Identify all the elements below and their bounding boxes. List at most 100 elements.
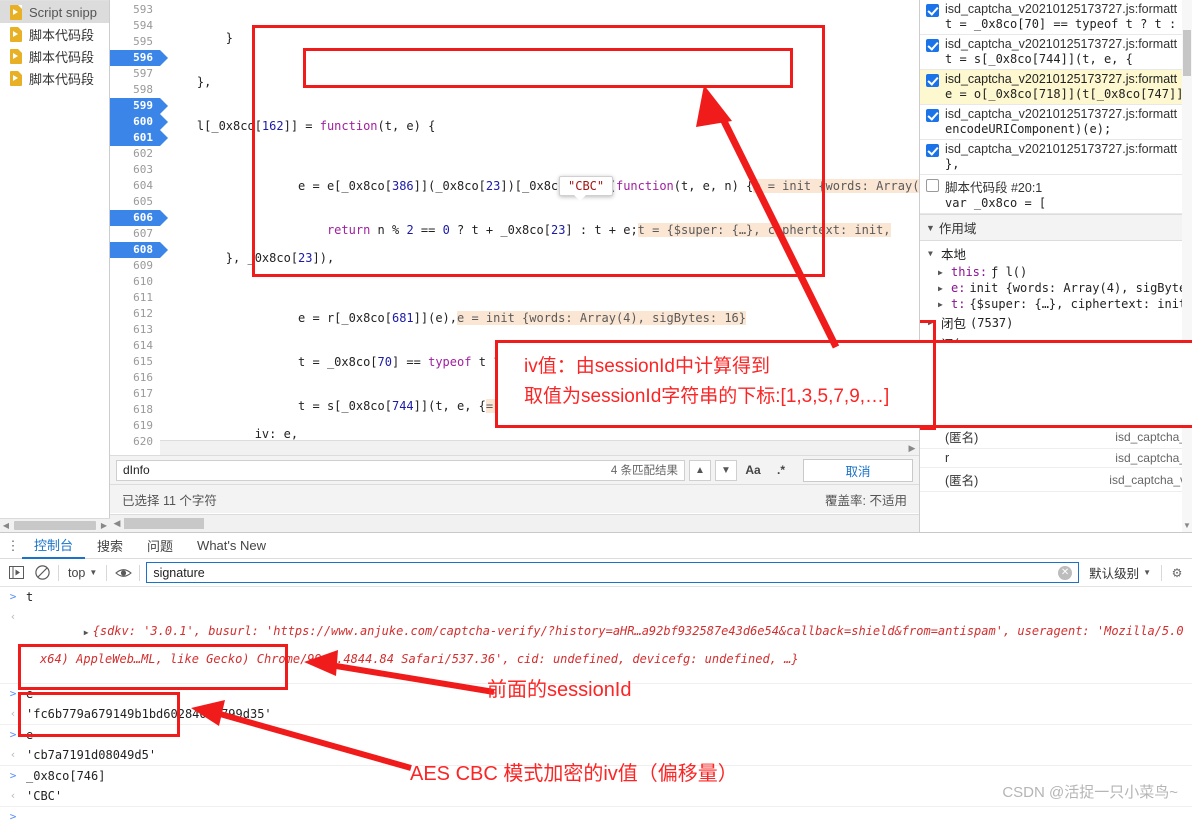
gear-icon[interactable]: ⚙ [1168,566,1186,580]
line-number[interactable]: 595 [110,34,160,50]
chevron-right-icon[interactable]: ▶ [928,360,937,369]
chevron-right-icon[interactable]: ▶ [938,300,947,309]
find-prev-button[interactable]: ▲ [689,459,711,481]
code-line-601[interactable]: t = s[_0x8co[744]](t, e, {= init {words:… [160,382,919,413]
console-toolbar[interactable]: top ▼ signature ✕ 默认级别 ▼ ⚙ [0,559,1192,587]
code-line[interactable]: }, _0x8co[23]), [160,250,919,266]
line-number[interactable]: 597 [110,66,160,82]
callstack-section-header[interactable]: ▼ 调用堆栈 [920,379,1192,406]
line-number[interactable]: 602 [110,146,160,162]
scope-local-group[interactable]: ▼ 本地 [920,241,1192,264]
editor-find-bar[interactable]: dInfo 4 条匹配结果 ▲ ▼ Aa .* 取消 [110,455,919,484]
line-number-breakpoint[interactable]: 608 [110,242,168,258]
breakpoint-checkbox[interactable] [926,4,939,17]
line-number[interactable]: 607 [110,226,160,242]
line-number-breakpoint[interactable]: 600 [110,114,168,130]
line-number-breakpoint[interactable]: 596 [110,50,168,66]
scrollbar-thumb[interactable] [1183,30,1191,76]
line-number-breakpoint[interactable]: 601 [110,130,168,146]
line-number[interactable]: 611 [110,290,160,306]
breakpoint-item[interactable]: isd_captcha_v20210125173727.js:formatt }… [920,140,1192,175]
console-filter-input[interactable]: signature ✕ [146,562,1080,583]
code-line-596[interactable]: e = e[_0x8co[386]](_0x8co[23])[_0x8co[74… [160,162,919,193]
execute-step-icon[interactable] [6,563,26,583]
line-number[interactable]: 605 [110,194,160,210]
breakpoint-checkbox[interactable] [926,109,939,122]
clear-console-icon[interactable] [32,563,52,583]
match-case-button[interactable]: Aa [741,460,765,481]
scope-section-header[interactable]: ▼ 作用域 [920,214,1192,241]
find-input[interactable]: dInfo 4 条匹配结果 [116,459,685,481]
scope-variable-e[interactable]: ▶ e: init {words: Array(4), sigBytes [920,280,1192,296]
breakpoint-checkbox[interactable] [926,179,939,192]
callstack-row[interactable]: (匿名) isd_captcha_v [920,468,1192,492]
line-number[interactable]: 593 [110,2,160,18]
code-line-600[interactable]: t = _0x8co[70] == typeof t ? t : JSON[_0… [160,338,919,369]
code-line[interactable]: l[_0x8co[162]] = function(t, e) { [160,118,919,134]
find-cancel-button[interactable]: 取消 [803,458,913,482]
breakpoint-item[interactable]: isd_captcha_v20210125173727.js:formatt t… [920,35,1192,70]
code-line[interactable]: } [160,30,919,46]
line-number[interactable]: 613 [110,322,160,338]
scroll-right-icon[interactable]: ▶ [98,521,110,530]
live-expression-eye-icon[interactable] [113,563,133,583]
console-output-entry[interactable]: ‹ 'cb7a7191d08049d5' [0,745,1192,766]
tab-whats-new[interactable]: What's New [185,533,278,559]
log-level-select[interactable]: 默认级别 ▼ [1085,563,1155,582]
find-next-button[interactable]: ▼ [715,459,737,481]
breakpoint-item[interactable]: isd_captcha_v20210125173727.js:formatt t… [920,0,1192,35]
breakpoint-item[interactable]: 脚本代码段 #20:1 var _0x8co = [ [920,175,1192,214]
line-number[interactable]: 598 [110,82,160,98]
chevron-right-icon[interactable]: ▶ [928,339,937,348]
console-input-entry[interactable]: > e [0,725,1192,745]
scrollbar-thumb[interactable] [14,521,96,530]
scope-closure-1[interactable]: ▶ 闭包 (7537) [920,312,1192,333]
navigator-item-3[interactable]: 脚本代码段 [0,67,109,89]
scroll-left-icon[interactable]: ◀ [110,518,124,529]
line-number[interactable]: 614 [110,338,160,354]
line-number[interactable]: 619 [110,418,160,434]
code-line-597[interactable]: return n % 2 == 0 ? t + _0x8co[23] : t +… [160,206,919,237]
scope-variable-t[interactable]: ▶ t: {$super: {…}, ciphertext: init, [920,296,1192,312]
console-tab-bar[interactable]: ⋮ 控制台 搜索 问题 What's New [0,533,1192,559]
chevron-down-icon[interactable]: ▼ [928,249,937,258]
line-number[interactable]: 610 [110,274,160,290]
scroll-left-icon[interactable]: ◀ [0,521,12,530]
line-number[interactable]: 616 [110,370,160,386]
line-number-breakpoint[interactable]: 599 [110,98,168,114]
line-number-current[interactable]: 606 [110,210,168,226]
breakpoint-item-active[interactable]: isd_captcha_v20210125173727.js:formatt e… [920,70,1192,105]
line-number[interactable]: 594 [110,18,160,34]
line-number[interactable]: 604 [110,178,160,194]
chevron-right-icon[interactable]: ▶ [938,284,947,293]
console-output-entry[interactable]: ‹ 'fc6b779a679149b1bd602840f4799d35' [0,704,1192,725]
tab-issues[interactable]: 问题 [135,533,185,559]
navigator-item-0[interactable]: Script snipp [0,1,109,23]
expand-triangle-icon[interactable]: ▶ [84,628,89,637]
callstack-row[interactable]: (匿名) isd_captcha_ [920,425,1192,449]
tab-console[interactable]: 控制台 [22,533,86,559]
console-output-entry[interactable]: ‹ ▶ {sdkv: '3.0.1', busurl: 'https://www.… [0,607,1192,684]
clear-icon[interactable]: ✕ [1058,565,1073,580]
scroll-down-icon[interactable]: ▼ [1183,521,1191,530]
source-code-area[interactable]: } }, l[_0x8co[162]] = function(t, e) { e… [160,0,919,455]
line-number[interactable]: 609 [110,258,160,274]
line-number[interactable]: 612 [110,306,160,322]
chevron-right-icon[interactable]: ▶ [938,268,947,277]
scope-global[interactable]: ▶ 全局 [920,354,1192,375]
console-prompt[interactable]: > [0,807,1192,826]
navigator-horizontal-scrollbar[interactable]: ◀ ▶ [0,518,110,532]
navigator-item-2[interactable]: 脚本代码段 [0,45,109,67]
chevron-right-icon[interactable]: ▶ [928,318,937,327]
line-number[interactable]: 617 [110,386,160,402]
line-number[interactable]: 603 [110,162,160,178]
scope-closure-2[interactable]: ▶ 闭包 [920,333,1192,354]
scroll-right-icon[interactable]: ▶ [905,443,919,454]
breakpoint-item[interactable]: isd_captcha_v20210125173727.js:formatt e… [920,105,1192,140]
scope-variable-this[interactable]: ▶ this: ƒ l() [920,264,1192,280]
breakpoint-checkbox[interactable] [926,39,939,52]
callstack-row[interactable]: r isd_captcha_ [920,449,1192,468]
source-editor[interactable]: 593 594 595 596 597 598 599 600 601 602 … [110,0,919,455]
scrollbar-thumb[interactable] [124,518,204,529]
execution-context-select[interactable]: top ▼ [65,566,100,580]
